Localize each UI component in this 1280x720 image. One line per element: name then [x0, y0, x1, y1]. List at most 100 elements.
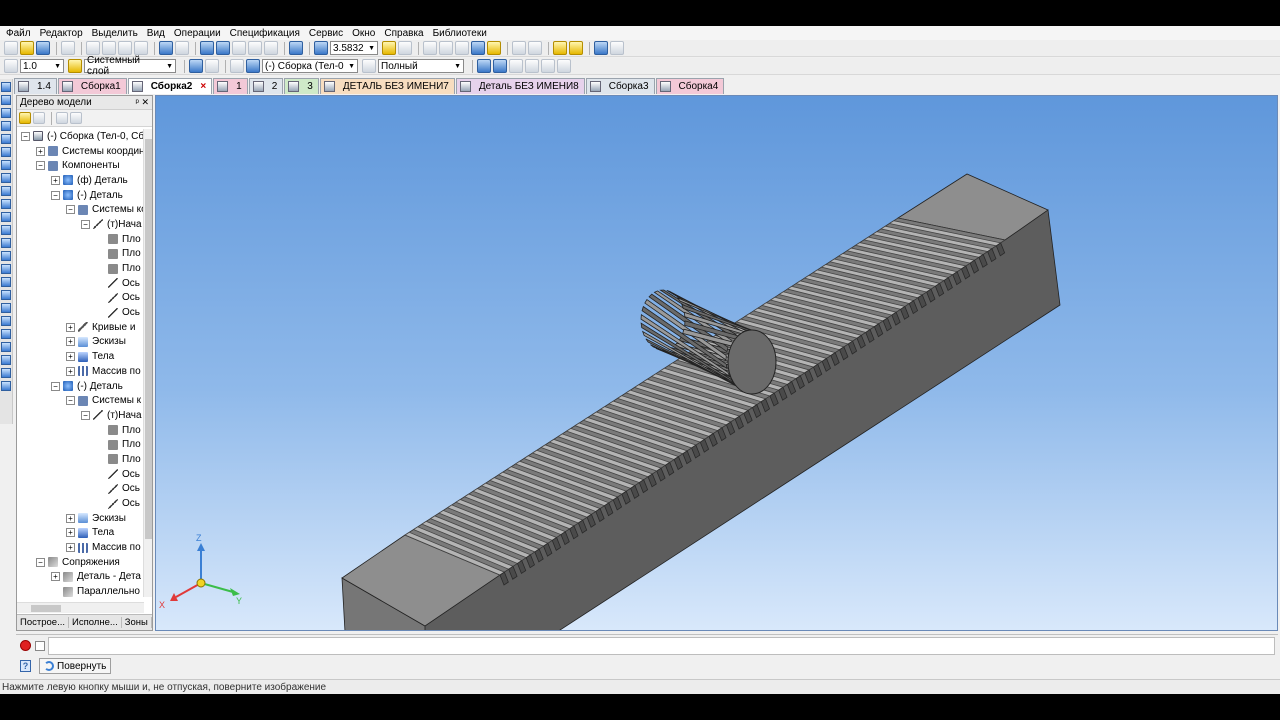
pin-icon[interactable] — [35, 640, 45, 651]
stop-icon[interactable] — [20, 640, 31, 651]
library-icon[interactable] — [216, 41, 230, 55]
tree-node[interactable]: Пло — [17, 452, 144, 467]
tree-node[interactable]: + Кривые и — [17, 320, 144, 335]
tree-node[interactable]: Пло — [17, 437, 144, 452]
compact-tool-icon[interactable] — [1, 95, 11, 105]
variables-icon[interactable] — [232, 41, 246, 55]
properties-icon[interactable] — [134, 41, 148, 55]
tree-node[interactable]: + Массив по — [17, 540, 144, 555]
tree-node[interactable]: − (т)Нача — [17, 217, 144, 232]
print-preview-icon[interactable] — [557, 59, 571, 73]
document-tab[interactable]: Сборка4 — [655, 78, 725, 94]
mesh-icon[interactable] — [509, 59, 523, 73]
zoom-combo[interactable]: 3.5832 ▼ — [330, 41, 378, 55]
layer-icon[interactable] — [68, 59, 82, 73]
compact-tool-icon[interactable] — [1, 238, 11, 248]
tree-node[interactable]: Пло — [17, 232, 144, 247]
menu-item[interactable]: Выделить — [92, 28, 138, 39]
help-icon[interactable]: ? — [20, 660, 31, 672]
compact-tool-icon[interactable] — [1, 342, 11, 352]
shaded-edges-icon[interactable] — [487, 41, 501, 55]
help-cursor-icon[interactable] — [264, 41, 278, 55]
layer-combo[interactable]: Системный слой ▼ — [84, 55, 176, 77]
panel-tab[interactable]: Построе... — [17, 617, 69, 628]
tree-node[interactable]: − (т)Нача — [17, 408, 144, 423]
expand-icon[interactable]: + — [66, 337, 75, 347]
redo-icon[interactable] — [175, 41, 189, 55]
tree-node[interactable]: + Системы координ — [17, 144, 144, 159]
object-icon[interactable] — [246, 59, 260, 73]
command-field[interactable] — [48, 636, 1275, 655]
orientation-icon[interactable] — [423, 41, 437, 55]
tree-node[interactable]: Ось — [17, 496, 144, 511]
print-icon[interactable] — [61, 41, 75, 55]
cursor-icon[interactable] — [230, 59, 244, 73]
tree-vertical-scrollbar[interactable] — [143, 129, 152, 597]
tree-node[interactable]: + Деталь - Дета — [17, 570, 144, 585]
tree-node[interactable]: − Компоненты — [17, 158, 144, 173]
compact-tool-icon[interactable] — [1, 160, 11, 170]
tree-node[interactable]: + Эскизы — [17, 335, 144, 350]
new-file-icon[interactable] — [4, 41, 18, 55]
parameters-icon[interactable] — [610, 41, 624, 55]
close-icon[interactable]: ᵖ ✕ — [136, 97, 149, 108]
compact-tool-icon[interactable] — [1, 381, 11, 391]
compact-tool-icon[interactable] — [1, 121, 11, 131]
tree-node[interactable]: Ось — [17, 305, 144, 320]
tree-node[interactable]: − Сопряжения — [17, 555, 144, 570]
tree-node[interactable]: + Массив по — [17, 364, 144, 379]
filter-icon[interactable] — [512, 41, 526, 55]
compact-tool-icon[interactable] — [1, 277, 11, 287]
compact-tool-icon[interactable] — [1, 186, 11, 196]
compact-tool-icon[interactable] — [1, 212, 11, 222]
tree-node[interactable]: + (ф) Деталь — [17, 173, 144, 188]
menu-item[interactable]: Сервис — [309, 28, 343, 39]
tree-node[interactable]: Пло — [17, 247, 144, 262]
undo-icon[interactable] — [159, 41, 173, 55]
pan-icon[interactable] — [398, 41, 412, 55]
display-mode-combo[interactable]: Полный ▼ — [378, 59, 464, 73]
filter-objects-icon[interactable] — [541, 59, 555, 73]
tree-show-icon[interactable] — [70, 112, 82, 124]
compact-tool-icon[interactable] — [1, 251, 11, 261]
collapse-icon[interactable]: − — [51, 190, 60, 200]
tree-order-icon[interactable] — [56, 112, 68, 124]
tree-node[interactable]: + Тела — [17, 349, 144, 364]
tree-node[interactable]: Ось — [17, 276, 144, 291]
expand-icon[interactable]: + — [51, 175, 60, 185]
save-icon[interactable] — [36, 41, 50, 55]
document-tab[interactable]: Сборка3 — [585, 78, 655, 94]
compact-tool-icon[interactable] — [1, 147, 11, 157]
manager-icon[interactable] — [200, 41, 214, 55]
panel-tab[interactable]: Исполне... — [69, 617, 122, 628]
rack-part[interactable] — [341, 173, 1061, 631]
expand-icon[interactable]: + — [66, 513, 75, 523]
shaded-icon[interactable] — [471, 41, 485, 55]
document-tab[interactable]: 1.4 — [14, 78, 57, 94]
compact-tool-icon[interactable] — [1, 173, 11, 183]
hidden-lines-icon[interactable] — [455, 41, 469, 55]
snap-grid-icon[interactable] — [205, 59, 219, 73]
expand-icon[interactable]: + — [66, 366, 75, 376]
rotate-button[interactable]: Повернуть — [39, 658, 112, 674]
collapse-icon[interactable]: − — [81, 410, 90, 420]
perspective-icon[interactable] — [525, 59, 539, 73]
compact-tool-icon[interactable] — [1, 290, 11, 300]
collapse-icon[interactable]: − — [81, 219, 90, 229]
document-tab[interactable]: 3 — [284, 78, 319, 94]
tree-view-icon[interactable] — [33, 112, 45, 124]
document-tab[interactable]: Сборка1 — [57, 78, 127, 94]
section-icon[interactable] — [493, 59, 507, 73]
scroll-thumb[interactable] — [31, 605, 61, 612]
collapse-icon[interactable]: − — [21, 131, 30, 141]
compact-tool-icon[interactable] — [1, 329, 11, 339]
document-tab[interactable]: 2 — [248, 78, 284, 94]
collapse-icon[interactable]: − — [36, 161, 45, 171]
line-weight-combo[interactable]: 1.0 ▼ — [20, 59, 64, 73]
open-folder-icon[interactable] — [20, 41, 34, 55]
tree-node[interactable]: − (-) Сборка (Тел-0, Сб — [17, 129, 144, 144]
gear-rack-model[interactable]: Z Y X — [156, 96, 1278, 631]
tree-horizontal-scrollbar[interactable] — [17, 602, 144, 613]
expand-icon[interactable]: + — [66, 322, 75, 332]
compact-tool-icon[interactable] — [1, 316, 11, 326]
